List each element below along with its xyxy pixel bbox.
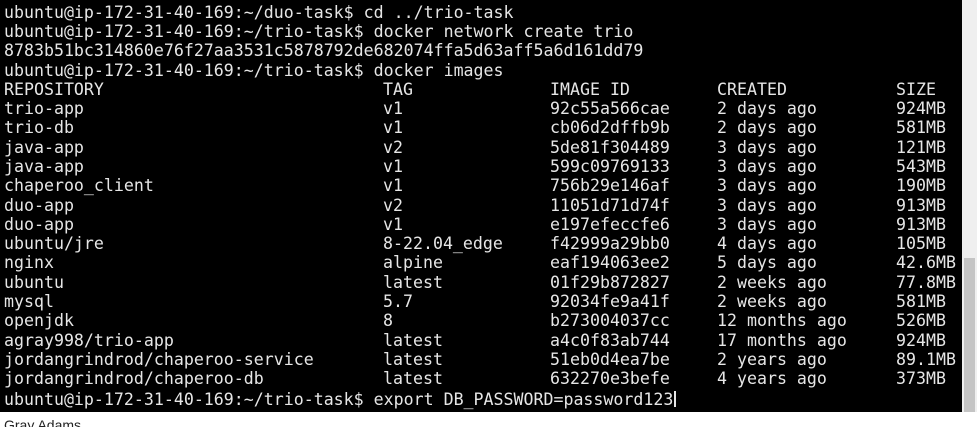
cell-tag: v2 <box>383 138 403 157</box>
cell-tag: latest <box>383 331 443 350</box>
cell-created: 17 months ago <box>717 331 847 350</box>
cell-created: 3 days ago <box>717 157 817 176</box>
terminal-line: 8783b51bc314860e76f27aa3531c5878792de682… <box>4 41 644 60</box>
cell-image-id: f42999a29bb0 <box>550 234 670 253</box>
terminal-window[interactable]: ubuntu@ip-172-31-40-169:~/duo-task$ cd .… <box>0 0 962 412</box>
cell-size: 913MB <box>896 215 946 234</box>
cell-repository: ubuntu <box>4 273 64 292</box>
cell-size: 543MB <box>896 157 946 176</box>
text-cursor <box>674 391 677 407</box>
cell-repository: jordangrindrod/chaperoo-service <box>4 350 314 369</box>
cell-image-id: e197efeccfe6 <box>550 215 670 234</box>
cell-created: 3 days ago <box>717 138 817 157</box>
cell-size: 924MB <box>896 99 946 118</box>
cell-repository: chaperoo_client <box>4 176 154 195</box>
terminal-line: ubuntu@ip-172-31-40-169:~/duo-task$ cd .… <box>4 3 514 22</box>
cell-created: 2 days ago <box>717 118 817 137</box>
cell-image-id: eaf194063ee2 <box>550 253 670 272</box>
cell-repository: java-app <box>4 138 84 157</box>
terminal-line: ubuntu@ip-172-31-40-169:~/trio-task$ doc… <box>4 22 634 41</box>
cell-repository: trio-db <box>4 118 74 137</box>
cell-tag: v1 <box>383 99 403 118</box>
cell-size: 42.6MB <box>896 253 956 272</box>
cell-size: 581MB <box>896 292 946 311</box>
cell-repository: nginx <box>4 253 54 272</box>
cell-created: 3 days ago <box>717 215 817 234</box>
cell-size: 190MB <box>896 176 946 195</box>
cell-image-id: 632270e3befe <box>550 369 670 388</box>
cell-size: 373MB <box>896 369 946 388</box>
cell-image-id: 92034fe9a41f <box>550 292 670 311</box>
header-tag: TAG <box>383 80 413 99</box>
cell-tag: v1 <box>383 176 403 195</box>
current-prompt-text: ubuntu@ip-172-31-40-169:~/trio-task$ exp… <box>4 390 674 409</box>
cell-tag: latest <box>383 273 443 292</box>
cell-size: 77.8MB <box>896 273 956 292</box>
terminal-line: ubuntu@ip-172-31-40-169:~/trio-task$ doc… <box>4 61 504 80</box>
cell-image-id: 11051d71d74f <box>550 196 670 215</box>
cell-created: 4 days ago <box>717 234 817 253</box>
cell-image-id: a4c0f83ab744 <box>550 331 670 350</box>
bottom-strip-text: Gray Adams <box>4 417 82 427</box>
cell-size: 121MB <box>896 138 946 157</box>
scrollbar-thumb[interactable] <box>964 258 975 412</box>
cell-created: 12 months ago <box>717 311 847 330</box>
cell-image-id: 51eb0d4ea7be <box>550 350 670 369</box>
cell-repository: trio-app <box>4 99 84 118</box>
cell-tag: latest <box>383 350 443 369</box>
cell-image-id: 92c55a566cae <box>550 99 670 118</box>
cell-repository: openjdk <box>4 311 74 330</box>
header-repository: REPOSITORY <box>4 80 104 99</box>
cell-repository: jordangrindrod/chaperoo-db <box>4 369 264 388</box>
header-size: SIZE <box>896 80 936 99</box>
cell-repository: duo-app <box>4 215 74 234</box>
header-created: CREATED <box>717 80 787 99</box>
cell-image-id: 5de81f304489 <box>550 138 670 157</box>
cell-repository: mysql <box>4 292 54 311</box>
cell-created: 5 days ago <box>717 253 817 272</box>
cell-created: 2 weeks ago <box>717 292 827 311</box>
cell-size: 913MB <box>896 196 946 215</box>
cell-image-id: 599c09769133 <box>550 157 670 176</box>
cell-created: 2 years ago <box>717 350 827 369</box>
cell-tag: v2 <box>383 196 403 215</box>
cell-created: 2 days ago <box>717 99 817 118</box>
cell-size: 581MB <box>896 118 946 137</box>
cell-tag: latest <box>383 369 443 388</box>
cell-repository: agray998/trio-app <box>4 331 174 350</box>
cell-tag: 8 <box>383 311 393 330</box>
cell-size: 526MB <box>896 311 946 330</box>
cell-image-id: cb06d2dffb9b <box>550 118 670 137</box>
cell-created: 3 days ago <box>717 196 817 215</box>
vertical-scrollbar[interactable] <box>962 0 977 412</box>
cell-repository: ubuntu/jre <box>4 234 104 253</box>
cell-image-id: 01f29b872827 <box>550 273 670 292</box>
bottom-strip: Gray Adams <box>0 412 977 427</box>
cell-tag: 8-22.04_edge <box>383 234 503 253</box>
cell-repository: java-app <box>4 157 84 176</box>
cell-created: 3 days ago <box>717 176 817 195</box>
cell-tag: v1 <box>383 215 403 234</box>
cell-image-id: b273004037cc <box>550 311 670 330</box>
cell-tag: v1 <box>383 118 403 137</box>
cell-size: 924MB <box>896 331 946 350</box>
current-prompt-line[interactable]: ubuntu@ip-172-31-40-169:~/trio-task$ exp… <box>4 390 677 409</box>
cell-image-id: 756b29e146af <box>550 176 670 195</box>
cell-created: 4 years ago <box>717 369 827 388</box>
cell-tag: alpine <box>383 253 443 272</box>
cell-repository: duo-app <box>4 196 74 215</box>
cell-size: 105MB <box>896 234 946 253</box>
cell-size: 89.1MB <box>896 350 956 369</box>
cell-created: 2 weeks ago <box>717 273 827 292</box>
header-image-id: IMAGE ID <box>550 80 630 99</box>
cell-tag: v1 <box>383 157 403 176</box>
cell-tag: 5.7 <box>383 292 413 311</box>
